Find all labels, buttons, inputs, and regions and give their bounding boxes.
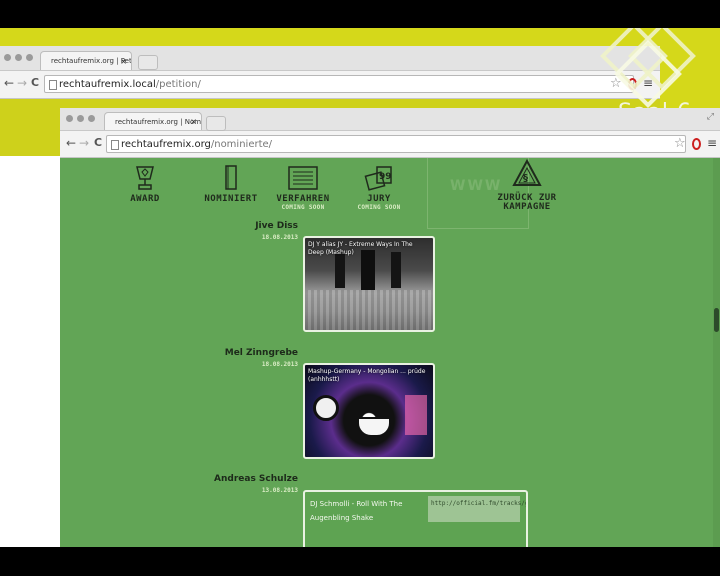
forward-arrow-icon[interactable]: → [79,136,89,150]
nav-award-label: AWARD [130,194,160,204]
nav-award[interactable]: AWARD [120,164,170,204]
nav-verfahren-label: VERFAHREN [276,194,330,204]
reload-icon[interactable]: C [94,136,102,149]
front-titlebar: rechtaufremix.org | Nominierte × ⤢ [60,108,720,131]
back-tab-close-icon[interactable]: × [120,52,127,70]
video-thumbnail[interactable]: DJ Y alias JY - Extreme Ways In The Deep… [303,236,435,332]
minimize-window-button[interactable] [77,115,84,122]
back-tab[interactable]: rechtaufremix.org | Petition × [40,51,132,70]
audio-title: DJ Schmolli - Roll With The Augenbling S… [310,500,403,522]
back-toolbar: ← → C rechtaufremix.local/petition/ ☆ ≡ [0,71,660,99]
page-icon [111,140,119,150]
back-titlebar: rechtaufremix.org | Petition × [0,46,660,71]
nav-nominiert[interactable]: NOMINIERT [200,164,262,204]
video-thumbnail[interactable]: Mashup-Germany - Mongolian ... prüde (an… [303,363,435,459]
nav-verfahren[interactable]: VERFAHREN COMING SOON [270,164,336,211]
document-icon [225,165,237,190]
video-title: DJ Y alias JY - Extreme Ways In The Deep… [308,241,413,256]
page-content: WWW AWARD NOMINIERT VERFAHREN COMING SOO… [60,158,720,547]
audio-link[interactable]: http://official.fm/tracks/gB4g [428,496,526,522]
front-toolbar: ← → C rechtaufremix.org/nominierte/ ☆ ≡ [60,131,720,158]
entry-date: 13.08.2013 [261,487,298,494]
front-tab[interactable]: rechtaufremix.org | Nominierte × [104,112,202,130]
entry-date: 18.08.2013 [261,361,298,368]
front-url-path: /nominierte/ [210,139,273,150]
svg-text:§: § [523,173,528,184]
audio-embed[interactable]: DJ Schmolli - Roll With The Augenbling S… [303,490,528,547]
form-icon [288,166,318,190]
front-address-bar[interactable]: rechtaufremix.org/nominierte/ [106,135,686,153]
back-url-host: rechtaufremix.local [59,79,156,90]
svg-text:99: 99 [379,172,392,182]
front-url-host: rechtaufremix.org [121,139,211,150]
fullscreen-icon[interactable]: ⤢ [707,112,714,122]
video-title: Mashup-Germany - Mongolian ... prüde (an… [308,368,426,383]
back-new-tab-button[interactable] [138,55,158,70]
opera-extension-icon[interactable] [692,138,701,150]
close-window-button[interactable] [4,54,11,61]
nav-back-to-campaign-label: ZURÜCK ZUR KAMPAGNE [497,193,557,212]
recycle-paragraph-icon: § [512,158,542,186]
back-arrow-icon[interactable]: ← [4,76,14,90]
entry-name: Andreas Schulze [214,474,298,484]
scrollbar[interactable] [713,158,720,547]
entry-date: 18.08.2013 [261,234,298,241]
front-new-tab-button[interactable] [206,116,226,131]
nav-nominiert-label: NOMINIERT [204,194,258,204]
video-letterbox-bottom [0,547,720,576]
nav-jury-label: JURY [367,194,391,204]
reload-icon[interactable]: C [31,76,39,89]
trophy-icon [136,166,154,190]
back-url-path: /petition/ [155,79,201,90]
entry-name: Mel Zinngrebe [224,348,298,358]
forward-arrow-icon[interactable]: → [17,76,27,90]
nav-jury-status: COMING SOON [357,204,401,211]
front-tab-title: rechtaufremix.org | Nominierte [115,118,202,126]
menu-icon[interactable]: ≡ [707,136,717,150]
front-browser-window: rechtaufremix.org | Nominierte × ⤢ ← → C… [60,108,720,547]
nav-back-to-campaign[interactable]: § ZURÜCK ZUR KAMPAGNE [492,158,562,212]
scrollbar-thumb[interactable] [714,308,719,332]
cards-icon: 99 [364,166,392,191]
back-address-bar[interactable]: rechtaufremix.local/petition/ [44,75,634,93]
bookmark-star-icon[interactable]: ☆ [674,136,686,151]
nav-jury[interactable]: 99 JURY COMING SOON [346,164,412,211]
close-window-button[interactable] [66,115,73,122]
front-tab-close-icon[interactable]: × [190,113,197,130]
zoom-window-button[interactable] [26,54,33,61]
minimize-window-button[interactable] [15,54,22,61]
video-letterbox-top [0,0,720,28]
video-stage: rechtaufremix.org | Petition × ← → C rec… [0,28,720,547]
entry-name: Jive Diss [255,221,298,231]
page-icon [49,80,57,90]
back-arrow-icon[interactable]: ← [66,136,76,150]
zoom-window-button[interactable] [88,115,95,122]
nav-verfahren-status: COMING SOON [281,204,325,211]
